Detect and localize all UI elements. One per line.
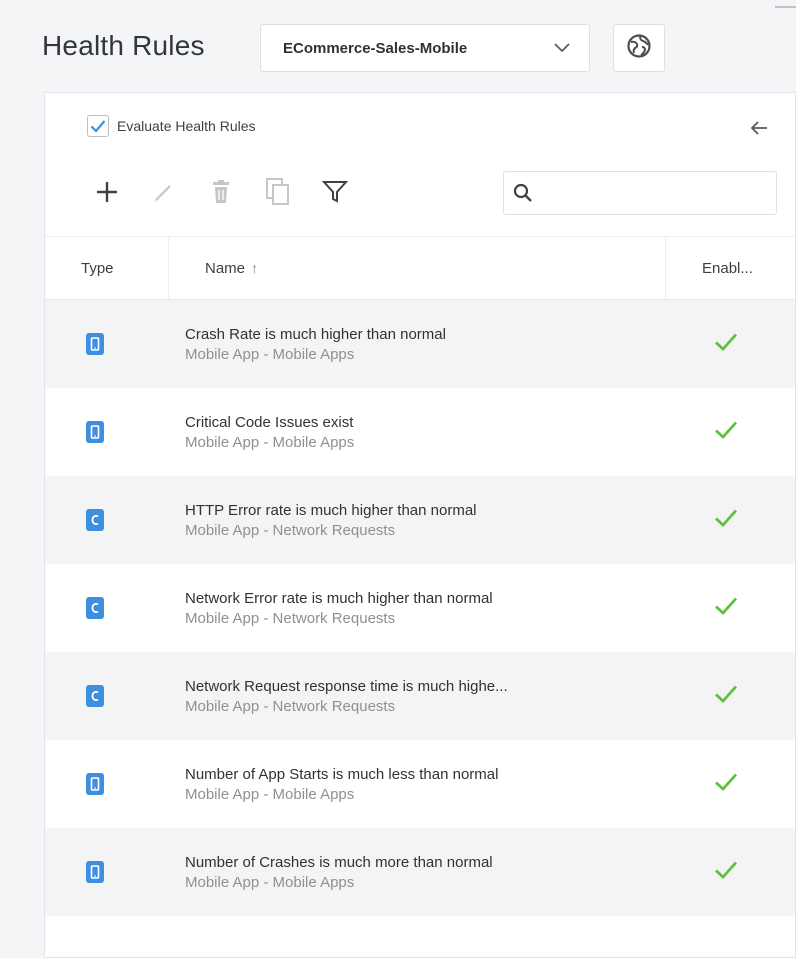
table-row[interactable]: Network Error rate is much higher than n… (45, 564, 795, 652)
name-cell: HTTP Error rate is much higher than norm… (169, 502, 666, 539)
filter-button[interactable] (313, 172, 357, 212)
rule-name: Network Error rate is much higher than n… (185, 589, 493, 607)
column-header-enabled-label: Enabl... (702, 259, 753, 277)
enabled-cell (666, 508, 795, 533)
name-cell: Number of App Starts is much less than n… (169, 766, 666, 803)
table-row[interactable]: Number of Crashes is much more than norm… (45, 828, 795, 916)
column-header-type[interactable]: Type (45, 237, 169, 299)
mobile-app-icon (86, 421, 104, 443)
network-request-icon (86, 597, 104, 619)
enabled-cell (666, 772, 795, 797)
rule-name: Critical Code Issues exist (185, 413, 354, 431)
network-request-icon (86, 509, 104, 531)
type-cell (45, 684, 169, 708)
edit-rule-button[interactable] (142, 172, 186, 212)
type-cell (45, 420, 169, 444)
enabled-check-icon (715, 773, 738, 791)
chevron-down-icon (549, 35, 575, 61)
copy-rule-button[interactable] (256, 172, 300, 212)
evaluate-checkbox[interactable] (87, 115, 109, 137)
name-cell: Crash Rate is much higher than normal Mob… (169, 326, 666, 363)
rule-affects: Mobile App - Network Requests (185, 697, 396, 715)
name-cell: Network Request response time is much hi… (169, 678, 666, 715)
table-row[interactable]: Crash Rate is much higher than normal Mob… (45, 300, 795, 388)
enabled-cell (666, 860, 795, 885)
application-dropdown-value: ECommerce-Sales-Mobile (283, 39, 468, 57)
mobile-app-icon (86, 861, 104, 883)
type-cell (45, 508, 169, 532)
rule-name: Number of Crashes is much more than norm… (185, 853, 493, 871)
globe-icon (626, 33, 652, 64)
rule-affects: Mobile App - Mobile Apps (185, 433, 355, 451)
column-header-name-label: Name (205, 259, 246, 277)
enabled-check-icon (715, 597, 738, 615)
delete-rule-button[interactable] (199, 172, 243, 212)
table-row[interactable]: Critical Code Issues exist Mobile App - M… (45, 388, 795, 476)
copy-icon (266, 178, 289, 205)
top-divider (775, 6, 796, 8)
pencil-icon (155, 185, 171, 202)
rule-name: Network Request response time is much hi… (185, 677, 508, 695)
enabled-cell (666, 596, 795, 621)
global-settings-button[interactable] (613, 24, 665, 72)
add-rule-button[interactable] (85, 172, 129, 212)
health-rules-panel: Evaluate Health Rules Type Name ↑ Enabl.… (44, 92, 796, 958)
checkmark-icon (90, 120, 106, 133)
rule-affects: Mobile App - Network Requests (185, 521, 396, 539)
mobile-app-icon (86, 773, 104, 795)
type-cell (45, 332, 169, 356)
rule-name: Crash Rate is much higher than normal (185, 325, 446, 343)
rule-affects: Mobile App - Mobile Apps (185, 345, 355, 363)
arrow-left-icon (750, 121, 767, 135)
rule-affects: Mobile App - Network Requests (185, 609, 396, 627)
filter-icon (322, 181, 348, 203)
evaluate-health-rules-toggle[interactable]: Evaluate Health Rules (87, 115, 256, 137)
enabled-check-icon (715, 421, 738, 439)
sort-ascending-icon: ↑ (251, 260, 259, 276)
table-row[interactable]: Number of App Starts is much less than n… (45, 740, 795, 828)
column-header-type-label: Type (81, 259, 114, 277)
enabled-check-icon (715, 333, 738, 351)
rule-name: Number of App Starts is much less than n… (185, 765, 499, 783)
enabled-check-icon (715, 861, 738, 879)
name-cell: Critical Code Issues exist Mobile App - M… (169, 414, 666, 451)
name-cell: Network Error rate is much higher than n… (169, 590, 666, 627)
enabled-check-icon (715, 685, 738, 703)
type-cell (45, 596, 169, 620)
evaluate-label: Evaluate Health Rules (117, 118, 256, 134)
rule-affects: Mobile App - Mobile Apps (185, 873, 355, 891)
name-cell: Number of Crashes is much more than norm… (169, 854, 666, 891)
table-row[interactable]: HTTP Error rate is much higher than norm… (45, 476, 795, 564)
enabled-cell (666, 332, 795, 357)
health-rules-table: Type Name ↑ Enabl... Crash Rate is much … (45, 236, 795, 916)
column-header-name[interactable]: Name ↑ (169, 237, 666, 299)
type-cell (45, 772, 169, 796)
plus-icon (97, 182, 117, 202)
mobile-app-icon (86, 333, 104, 355)
type-cell (45, 860, 169, 884)
search-input[interactable] (540, 177, 776, 209)
rules-toolbar (85, 171, 370, 213)
enabled-check-icon (715, 509, 738, 527)
search-field[interactable] (503, 171, 777, 215)
rule-affects: Mobile App - Mobile Apps (185, 785, 355, 803)
network-request-icon (86, 685, 104, 707)
table-header: Type Name ↑ Enabl... (45, 236, 795, 300)
table-row[interactable]: Network Request response time is much hi… (45, 652, 795, 740)
table-body: Crash Rate is much higher than normal Mob… (45, 300, 795, 916)
search-icon (513, 183, 532, 202)
enabled-cell (666, 684, 795, 709)
application-dropdown[interactable]: ECommerce-Sales-Mobile (260, 24, 590, 72)
column-header-enabled[interactable]: Enabl... (666, 237, 795, 299)
collapse-panel-button[interactable] (745, 115, 773, 141)
page-title: Health Rules (42, 30, 205, 61)
rule-name: HTTP Error rate is much higher than norm… (185, 501, 477, 519)
enabled-cell (666, 420, 795, 445)
trash-icon (213, 180, 229, 203)
